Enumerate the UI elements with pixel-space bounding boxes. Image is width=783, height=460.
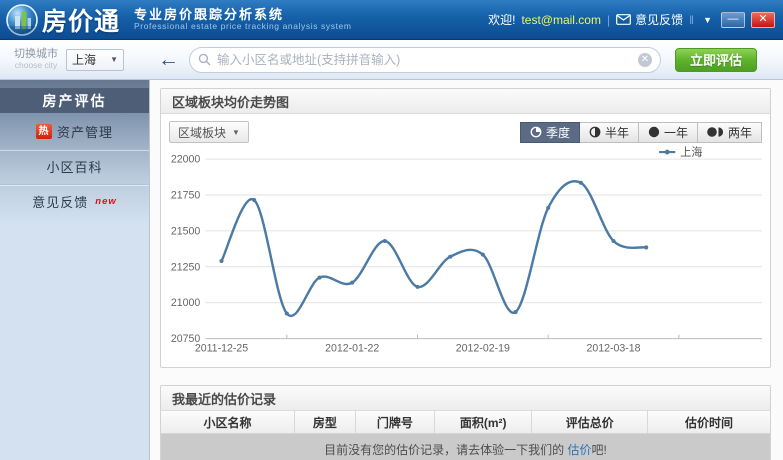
separator: ‖ (689, 12, 695, 27)
envelope-icon (616, 14, 631, 25)
search-toolbar: 切换城市 choose city 上海 ▼ ← ✕ 立即评估 (0, 40, 783, 80)
legend-marker-icon (664, 149, 670, 155)
close-button[interactable]: ✕ (751, 11, 775, 28)
app-subtitle: 专业房价跟踪分析系统 Professional estate price tra… (134, 6, 352, 32)
separator: | (606, 12, 611, 27)
quarter-pie-icon (530, 126, 542, 138)
empty-text: 目前没有您的估价记录，请去体验一下我们的 (324, 443, 568, 457)
new-tag: new (95, 196, 117, 207)
sidebar-nav: 房产评估 热 资产管理 小区百科 意见反馈 new (0, 80, 150, 460)
clear-search-icon[interactable]: ✕ (638, 52, 652, 67)
minimize-button[interactable]: — (721, 11, 745, 28)
evaluate-now-button[interactable]: 立即评估 (675, 47, 758, 72)
search-box: ✕ (189, 46, 661, 73)
city-select-value: 上海 (72, 53, 97, 67)
search-icon (198, 53, 211, 66)
tab-two-years[interactable]: 两年 (697, 121, 762, 143)
tab-one-year[interactable]: 一年 (638, 121, 698, 143)
records-panel-title: 我最近的估价记录 (161, 386, 770, 411)
sidebar-item-asset-management[interactable]: 热 资产管理 (0, 114, 149, 148)
price-trend-panel: 区域板块均价走势图 区域板块 ▼ 季度 半年 一年 两年 20750 21000… (160, 88, 771, 368)
hot-badge: 热 (35, 123, 52, 139)
data-point-marker (219, 259, 224, 264)
sidebar-item-label: 资产管理 (56, 124, 113, 140)
city-select[interactable]: 上海 ▼ (66, 48, 124, 71)
double-pie-icon (707, 127, 724, 137)
tab-quarter[interactable]: 季度 (519, 121, 580, 143)
sidebar-item-community-wiki[interactable]: 小区百科 (0, 149, 149, 183)
feedback-label: 意见反馈 (635, 13, 684, 27)
x-axis-label: 2011-12-25 (195, 343, 248, 355)
sidebar-item-property-evaluation[interactable]: 房产评估 (0, 88, 149, 113)
col-house-number: 门牌号 (356, 411, 436, 433)
subtitle-english: Professional estate price tracking analy… (134, 20, 352, 31)
chevron-down-icon[interactable]: ▼ (700, 15, 715, 25)
valuation-link[interactable]: 估价 (567, 443, 591, 457)
data-point-marker (252, 198, 257, 203)
logo-sphere-icon (6, 3, 38, 36)
data-point-marker (480, 252, 485, 257)
data-point-marker (611, 238, 616, 244)
col-valuation-time: 估价时间 (685, 415, 734, 430)
sidebar-item-feedback[interactable]: 意见反馈 new (0, 184, 149, 218)
col-house-type: 房型 (295, 411, 356, 433)
data-point-marker (546, 205, 551, 210)
sidebar-item-label: 小区百科 (46, 160, 103, 175)
col-area: 面积(m²) (435, 411, 533, 433)
valuation-records-panel: 我最近的估价记录 小区名称 房型 门牌号 面积(m²) 评估总价 估价时间 目前… (160, 385, 771, 460)
app-title: 房价通 (42, 7, 121, 36)
x-axis-label: 2012-01-22 (325, 343, 379, 355)
switch-city-label: 切换城市 choose city (14, 48, 58, 70)
subtitle-chinese: 专业房价跟踪分析系统 (134, 6, 285, 22)
empty-text-after: 吧! (591, 443, 607, 457)
back-arrow-button[interactable]: ← (158, 49, 179, 70)
data-point-marker (644, 245, 649, 250)
price-line-series (220, 180, 648, 318)
sidebar-item-label: 意见反馈 (32, 195, 89, 210)
data-point-marker (350, 280, 355, 285)
feedback-link[interactable]: 意见反馈 (616, 11, 683, 28)
x-axis-label: 2012-02-19 (456, 343, 510, 355)
region-block-dropdown[interactable]: 区域板块 ▼ (169, 121, 249, 143)
y-axis-label: 22000 (171, 154, 201, 166)
select-arrow-icon: ▼ (110, 55, 118, 64)
app-window: 房价通 专业房价跟踪分析系统 Professional estate price… (0, 0, 783, 460)
x-axis-label: 2012-03-18 (586, 343, 640, 355)
data-point-marker (284, 311, 289, 316)
data-point-marker (578, 180, 583, 185)
chart-panel-title: 区域板块均价走势图 (161, 89, 770, 114)
y-axis-label: 21500 (171, 225, 201, 237)
app-logo: 房价通 (6, 2, 120, 38)
data-point-marker (382, 238, 387, 244)
records-empty-state: 目前没有您的估价记录，请去体验一下我们的 估价吧! (161, 434, 770, 460)
dropdown-arrow-icon: ▼ (232, 127, 240, 137)
data-point-marker (317, 275, 322, 280)
y-axis-label: 21000 (171, 297, 201, 309)
data-point-marker (448, 254, 453, 259)
search-input[interactable] (217, 52, 632, 67)
records-table-header: 小区名称 房型 门牌号 面积(m²) 评估总价 估价时间 (161, 411, 770, 434)
chart-svg: 2075021000212502150021750220002011-12-25… (171, 145, 762, 355)
y-axis-label: 21750 (171, 190, 201, 202)
data-point-marker (415, 284, 420, 289)
col-community-name: 小区名称 (161, 411, 295, 433)
welcome-label: 欢迎! (488, 13, 516, 27)
half-pie-icon (589, 126, 601, 138)
user-email-link[interactable]: test@mail.com (521, 13, 601, 27)
col-assessed-price: 评估总价 (532, 411, 649, 433)
tab-half-year[interactable]: 半年 (579, 121, 639, 143)
top-header-bar: 房价通 专业房价跟踪分析系统 Professional estate price… (0, 0, 783, 40)
data-point-marker (513, 310, 518, 315)
legend-series-label[interactable]: 上海 (680, 145, 702, 159)
full-pie-icon (648, 126, 660, 138)
price-trend-chart: 20750 21000 21250 21500 21750 22000 2011-12-25… (161, 145, 770, 368)
main-content: 区域板块均价走势图 区域板块 ▼ 季度 半年 一年 两年 20750 21000… (150, 80, 783, 460)
time-range-tabs: 季度 半年 一年 两年 (519, 121, 762, 143)
y-axis-label: 21250 (171, 261, 201, 273)
